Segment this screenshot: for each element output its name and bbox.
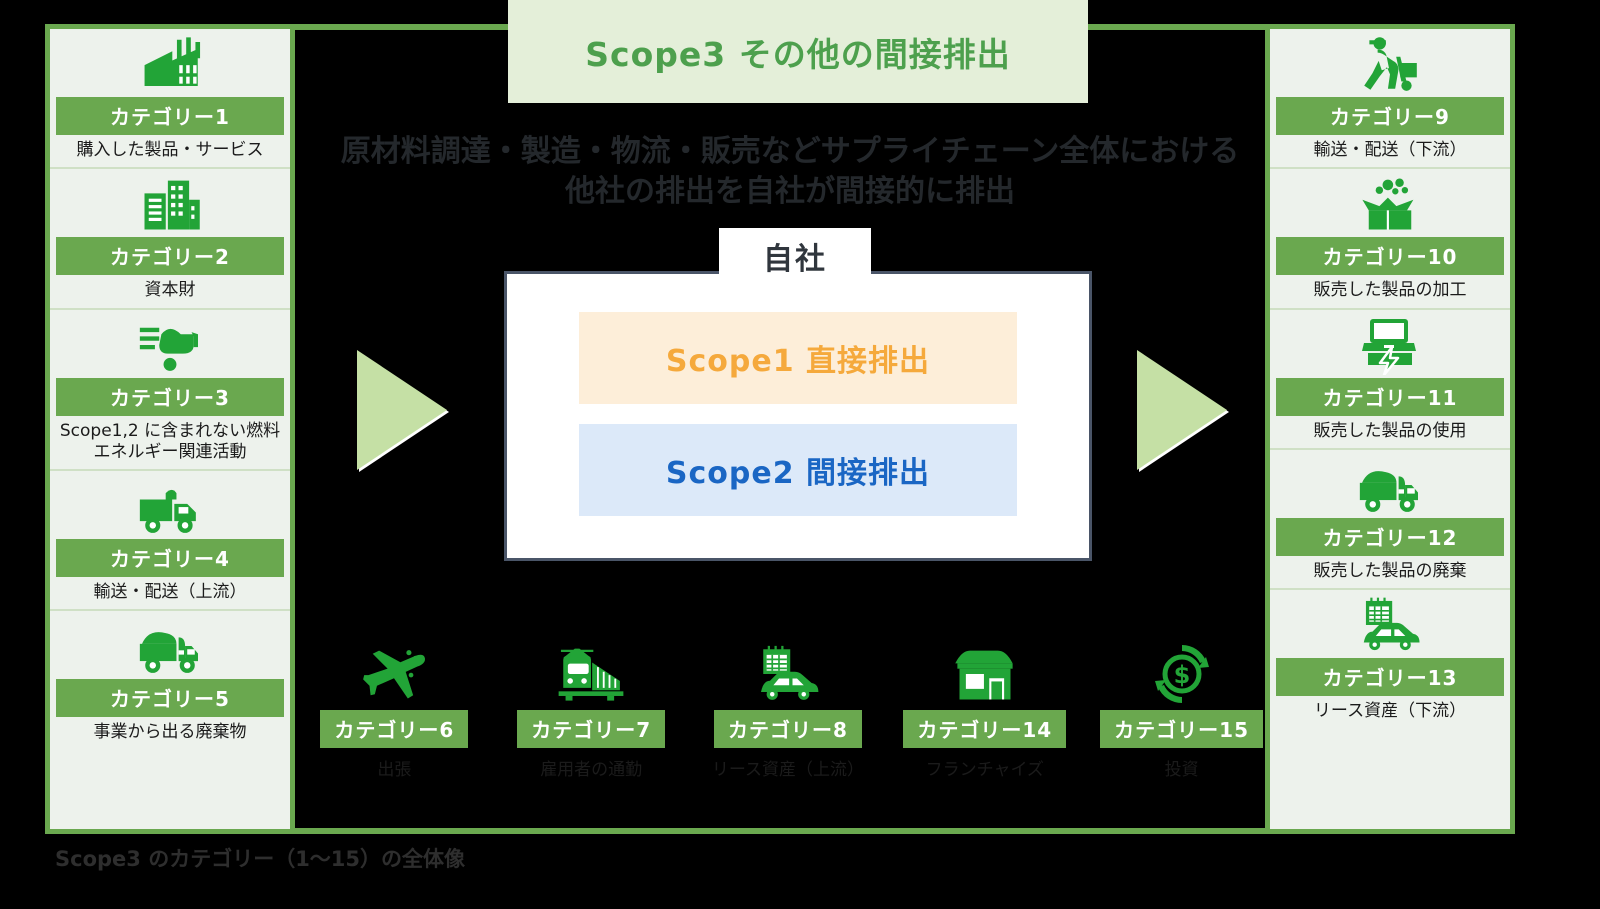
category-badge: カテゴリー11	[1276, 377, 1504, 416]
category-badge: カテゴリー1	[56, 97, 284, 135]
scope3-subtitle: 原材料調達・製造・物流・販売などサプライチェーン全体における 他社の排出を自社が…	[340, 126, 1240, 218]
category-badge: カテゴリー6	[320, 710, 469, 748]
waste-truck-icon	[56, 615, 284, 677]
category-badge: カテゴリー4	[56, 539, 284, 577]
category-badge: カテゴリー2	[56, 237, 284, 276]
category-card-2[interactable]: カテゴリー2 資本財	[50, 169, 290, 310]
category-card-6[interactable]: カテゴリー6 出張	[307, 640, 482, 781]
category-badge: カテゴリー3	[56, 377, 284, 416]
delivery-truck-icon	[56, 475, 284, 537]
category-label: 雇用者の通勤	[540, 760, 643, 780]
open-box-icon	[1276, 173, 1504, 235]
scope3-subtitle-line1: 原材料調達・製造・物流・販売などサプライチェーン全体における	[340, 133, 1240, 169]
downstream-categories-panel: カテゴリー9 輸送・配送（下流） カテゴリー10 販売した製品の加工 カテゴリー…	[1265, 24, 1515, 834]
category-badge: カテゴリー7	[517, 710, 666, 748]
scope3-subtitle-line2: 他社の排出を自社が間接的に排出	[565, 174, 1015, 209]
scope1-bar: Scope1 直接排出	[579, 312, 1017, 404]
category-badge: カテゴリー13	[1276, 658, 1504, 696]
category-card-13[interactable]: カテゴリー13 リース資産（下流）	[1270, 590, 1510, 728]
category-label: 販売した製品の加工	[1313, 280, 1467, 301]
flow-arrow-upstream-icon	[357, 350, 447, 470]
category-badge: カテゴリー5	[56, 679, 284, 718]
buildings-icon	[56, 173, 284, 235]
category-badge: カテゴリー12	[1276, 517, 1504, 556]
category-badge: カテゴリー10	[1276, 237, 1504, 276]
category-card-7[interactable]: カテゴリー7 雇用者の通勤	[504, 640, 679, 781]
category-label: 輸送・配送（下流）	[1313, 140, 1467, 160]
category-badge: カテゴリー9	[1276, 97, 1504, 135]
calendar-car-icon	[1276, 594, 1504, 656]
category-card-15[interactable]: カテゴリー15 投資	[1094, 640, 1269, 781]
waste-truck-icon	[1276, 454, 1504, 516]
category-label: リース資産（下流）	[1313, 701, 1467, 721]
own-company-box: Scope1 直接排出 Scope2 間接排出	[504, 271, 1092, 561]
storefront-icon	[897, 640, 1072, 708]
category-card-3[interactable]: カテゴリー3 Scope1,2 に含まれない燃料 エネルギー関連活動	[50, 310, 290, 471]
category-label: リース資産（上流）	[711, 760, 865, 780]
airplane-icon	[307, 640, 482, 708]
dollar-recycle-icon	[1094, 640, 1269, 708]
flow-arrow-downstream-icon	[1137, 350, 1227, 470]
category-label: 購入した製品・サービス	[76, 140, 264, 160]
category-card-12[interactable]: カテゴリー12 販売した製品の廃棄	[1270, 450, 1510, 590]
category-label: フランチャイズ	[925, 760, 1044, 780]
category-card-5[interactable]: カテゴリー5 事業から出る廃棄物	[50, 611, 290, 749]
category-label: Scope1,2 に含まれない燃料 エネルギー関連活動	[59, 420, 281, 462]
footer-caption: Scope3 のカテゴリー（1〜15）の全体像	[55, 847, 466, 871]
category-badge: カテゴリー15	[1100, 710, 1263, 748]
scope2-bar: Scope2 間接排出	[579, 424, 1017, 516]
category-card-4[interactable]: カテゴリー4 輸送・配送（上流）	[50, 471, 290, 612]
calendar-car-icon	[700, 640, 875, 708]
category-badge: カテゴリー8	[714, 710, 862, 748]
handtruck-worker-icon	[1276, 33, 1504, 95]
other-categories-row: カテゴリー6 出張 カテゴリー7 雇用者の通勤 カテゴリー8 リース資産（上流）…	[296, 640, 1280, 830]
category-card-9[interactable]: カテゴリー9 輸送・配送（下流）	[1270, 29, 1510, 170]
category-label: 販売した製品の廃棄	[1313, 560, 1467, 581]
category-card-8[interactable]: カテゴリー8 リース資産（上流）	[700, 640, 875, 781]
category-card-10[interactable]: カテゴリー10 販売した製品の加工	[1270, 169, 1510, 310]
category-label: 輸送・配送（上流）	[93, 582, 247, 602]
fuel-wheelbarrow-icon	[56, 314, 284, 376]
category-card-1[interactable]: カテゴリー1 購入した製品・サービス	[50, 29, 290, 170]
scope3-title: Scope3 その他の間接排出	[508, 0, 1088, 103]
category-label: 投資	[1164, 760, 1199, 780]
category-label: 販売した製品の使用	[1313, 420, 1467, 441]
upstream-categories-panel: カテゴリー1 購入した製品・サービス カテゴリー2 資本財 カテゴリー3 Sco…	[45, 24, 295, 834]
category-badge: カテゴリー14	[903, 710, 1067, 748]
laptop-power-icon	[1276, 314, 1504, 376]
own-company-tab: 自社	[719, 228, 871, 284]
train-icon	[504, 640, 679, 708]
category-label: 資本財	[144, 280, 196, 301]
category-card-14[interactable]: カテゴリー14 フランチャイズ	[897, 640, 1072, 781]
category-label: 事業から出る廃棄物	[93, 722, 247, 743]
category-label: 出張	[377, 760, 412, 780]
category-card-11[interactable]: カテゴリー11 販売した製品の使用	[1270, 310, 1510, 450]
factory-icon	[56, 33, 284, 95]
